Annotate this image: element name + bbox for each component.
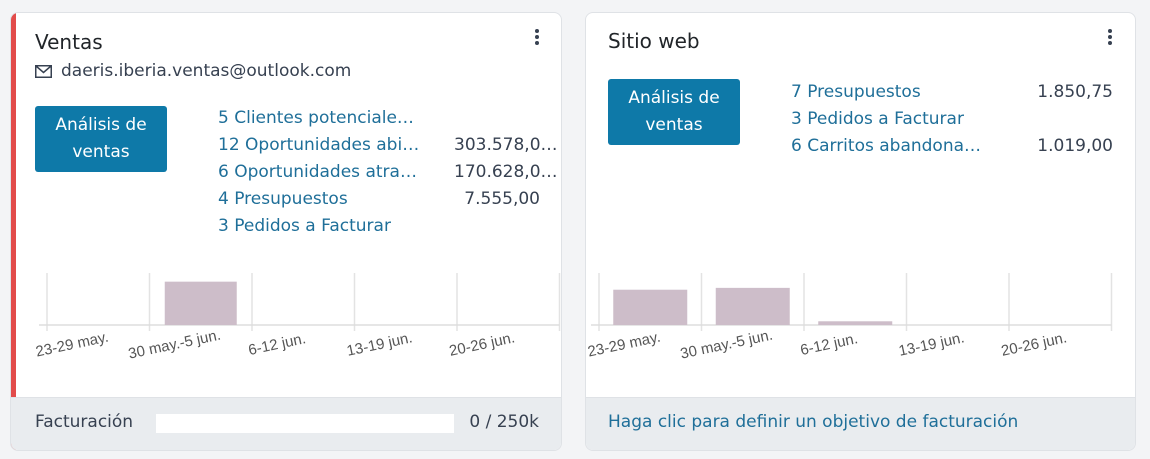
stat-link[interactable]: 5 Clientes potenciales sin asignar	[218, 105, 422, 132]
stat-value: 170.628,00 €	[454, 162, 562, 182]
chart-tick-label: 20-26 jun.	[448, 329, 517, 360]
stat-row: 12 Oportunidades abiertas 303.578,00 €	[218, 132, 562, 159]
sales-chart: 23-29 may. 30 may.-5 jun. 6-12 jun. 13-19 j…	[34, 273, 561, 363]
chart-tick-label: 30 may.-5 jun.	[127, 327, 222, 363]
chart-tick-label: 13-19 jun.	[345, 329, 414, 360]
email-text: daeris.iberia.ventas@outlook.com	[61, 61, 352, 81]
progress-text: 0 / 250k	[469, 412, 539, 432]
stat-row: 7 Presupuestos 1.850,75	[791, 79, 1121, 106]
stat-link[interactable]: 3 Pedidos a Facturar	[218, 213, 422, 240]
sales-analysis-button[interactable]: Análisis de ventas	[608, 79, 740, 145]
stat-link[interactable]: 3 Pedidos a Facturar	[791, 106, 991, 133]
chart-bar[interactable]	[164, 281, 237, 325]
invoicing-progress-bar[interactable]	[156, 414, 454, 433]
chart-bar[interactable]	[715, 287, 790, 325]
stat-value: 1.019,00	[1037, 136, 1113, 156]
stat-value: 303.578,00 €	[454, 135, 562, 155]
stat-row: 3 Pedidos a Facturar	[218, 213, 561, 240]
stat-link[interactable]: 6 Oportunidades atrasadas	[218, 159, 422, 186]
chart-bar[interactable]	[613, 289, 688, 325]
chart-tick-label: 23-29 may.	[586, 329, 662, 361]
sales-analysis-button[interactable]: Análisis de ventas	[35, 106, 167, 172]
chart-bar[interactable]	[818, 321, 893, 325]
envelope-icon	[35, 64, 52, 78]
stat-row: 5 Clientes potenciales sin asignar	[218, 105, 561, 132]
stat-row: 6 Carritos abandonados 1.019,00	[791, 133, 1121, 160]
chart-tick-label: 23-29 may.	[34, 329, 110, 361]
stat-row: 3 Pedidos a Facturar	[791, 106, 1121, 133]
kebab-menu-icon[interactable]	[531, 29, 543, 47]
card-title: Sitio web	[608, 29, 700, 53]
stat-value: 1.850,75	[1037, 82, 1113, 102]
card-title: Ventas	[35, 30, 103, 54]
chart-tick-label: 30 may.-5 jun.	[679, 327, 774, 363]
chart-tick-label: 20-26 jun.	[1000, 329, 1069, 360]
chart-tick-label: 6-12 jun.	[799, 330, 860, 359]
invoicing-goal-footer: Haga clic para definir un objetivo de fa…	[586, 397, 1135, 450]
set-invoicing-goal-link[interactable]: Haga clic para definir un objetivo de fa…	[608, 412, 1018, 432]
invoicing-footer: Facturación 0 / 250k	[11, 397, 561, 450]
button-label: Análisis de ventas	[55, 115, 147, 162]
stat-link[interactable]: 7 Presupuestos	[791, 79, 991, 106]
sales-card: Ventas daeris.iberia.ventas@outlook.com …	[10, 12, 562, 451]
website-card: Sitio web Análisis de ventas 7 Presupues…	[585, 12, 1136, 451]
website-chart: 23-29 may. 30 may.-5 jun. 6-12 jun. 13-19 j…	[586, 273, 1113, 363]
email-alias: daeris.iberia.ventas@outlook.com	[35, 61, 351, 81]
stat-link[interactable]: 6 Carritos abandonados	[791, 133, 991, 160]
stat-value: 7.555,00	[464, 189, 540, 209]
kebab-menu-icon[interactable]	[1104, 29, 1116, 47]
stat-row: 4 Presupuestos 7.555,00	[218, 186, 561, 213]
chart-tick-label: 6-12 jun.	[247, 330, 308, 359]
chart-tick-label: 13-19 jun.	[897, 329, 966, 360]
stat-link[interactable]: 4 Presupuestos	[218, 186, 422, 213]
button-label: Análisis de ventas	[628, 88, 720, 135]
footer-label: Facturación	[35, 412, 134, 432]
stat-row: 6 Oportunidades atrasadas 170.628,00 €	[218, 159, 562, 186]
stat-link[interactable]: 12 Oportunidades abiertas	[218, 132, 422, 159]
